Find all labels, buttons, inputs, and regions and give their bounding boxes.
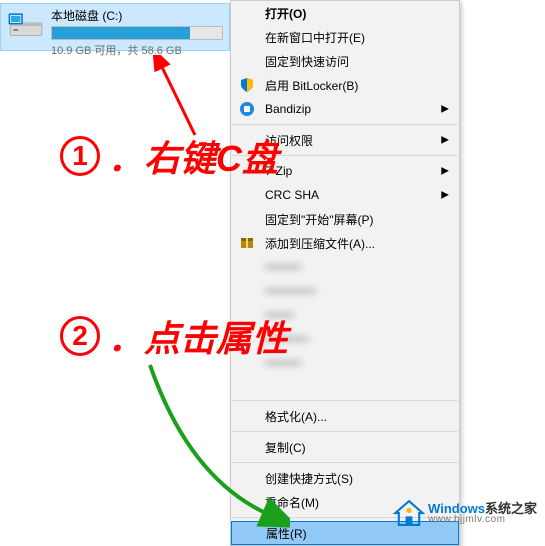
drive-info: 本地磁盘 (C:) 10.9 GB 可用，共 58.6 GB bbox=[51, 7, 223, 58]
annotation-number-2: 2 bbox=[60, 316, 100, 356]
menu-open[interactable]: 打开(O) bbox=[231, 1, 459, 25]
chevron-right-icon: ▶ bbox=[441, 104, 449, 115]
menu-pin-quick-access[interactable]: 固定到快速访问 bbox=[231, 49, 459, 73]
bandizip-icon bbox=[239, 101, 255, 117]
annotation-text-2: ．点击属性 bbox=[108, 310, 288, 362]
menu-add-compress[interactable]: 添加到压缩文件(A)... bbox=[231, 231, 459, 255]
drive-usage-bar bbox=[51, 26, 223, 40]
annotation-step-2: 2 ．点击属性 bbox=[60, 310, 288, 362]
annotation-step-1: 1 ．右键C盘 bbox=[60, 130, 278, 182]
drive-c-item[interactable]: 本地磁盘 (C:) 10.9 GB 可用，共 58.6 GB bbox=[0, 3, 230, 51]
menu-open-new-window[interactable]: 在新窗口中打开(E) bbox=[231, 25, 459, 49]
annotation-arrow-2 bbox=[130, 360, 290, 530]
menu-bitlocker[interactable]: 启用 BitLocker(B) bbox=[231, 73, 459, 97]
menu-separator bbox=[232, 124, 458, 125]
drive-icon bbox=[7, 7, 45, 45]
chevron-right-icon: ▶ bbox=[441, 166, 449, 177]
annotation-text-1: ．右键C盘 bbox=[108, 130, 278, 182]
menu-bandizip[interactable]: Bandizip ▶ bbox=[231, 97, 459, 121]
menu-blurred-item: ━━━━━ bbox=[231, 255, 459, 279]
archive-icon bbox=[239, 235, 255, 251]
drive-usage-fill bbox=[52, 27, 190, 39]
shield-icon bbox=[239, 77, 255, 93]
watermark: Windows系统之家 www.bjjmlv.com bbox=[392, 496, 537, 530]
menu-blurred-item: ━━━━━━━ bbox=[231, 279, 459, 303]
watermark-url: www.bjjmlv.com bbox=[428, 515, 537, 525]
menu-crc-sha[interactable]: CRC SHA ▶ bbox=[231, 183, 459, 207]
menu-pin-start[interactable]: 固定到"开始"屏幕(P) bbox=[231, 207, 459, 231]
annotation-number-1: 1 bbox=[60, 136, 100, 176]
drive-label: 本地磁盘 (C:) bbox=[51, 7, 223, 24]
chevron-right-icon: ▶ bbox=[441, 190, 449, 201]
chevron-right-icon: ▶ bbox=[441, 135, 449, 146]
house-icon bbox=[392, 496, 426, 530]
watermark-brand: Windows系统之家 bbox=[428, 502, 537, 515]
